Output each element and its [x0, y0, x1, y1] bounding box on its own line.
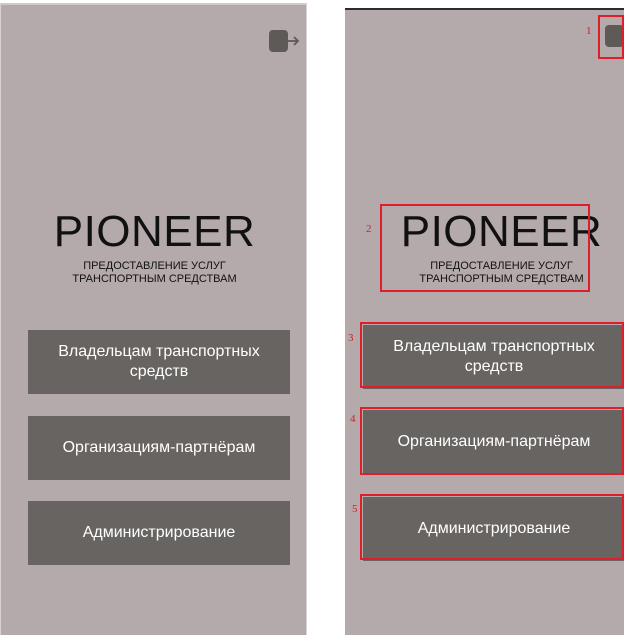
brand-subtitle: ПРЕДОСТАВЛЕНИЕ УСЛУГ ТРАНСПОРТНЫМ СРЕДСТ… — [1, 260, 306, 286]
admin-button[interactable]: Администрирование — [28, 501, 290, 565]
brand-subtitle-line2: ТРАНСПОРТНЫМ СРЕДСТВАМ — [72, 273, 237, 285]
top-divider — [345, 8, 624, 10]
brand-block: PIONEER ПРЕДОСТАВЛЕНИЕ УСЛУГ ТРАНСПОРТНЫ… — [1, 207, 306, 286]
brand-subtitle: ПРЕДОСТАВЛЕНИЕ УСЛУГ ТРАНСПОРТНЫМ СРЕДСТ… — [379, 260, 624, 286]
owners-button[interactable]: Владельцам транспортных средств — [363, 325, 624, 389]
annotation-number-5: 5 — [352, 503, 358, 515]
app-screen-annotated: PIONEER ПРЕДОСТАВЛЕНИЕ УСЛУГ ТРАНСПОРТНЫ… — [345, 8, 624, 635]
brand-title: PIONEER — [400, 207, 603, 256]
admin-button[interactable]: Администрирование — [363, 497, 624, 561]
brand-subtitle-line2: ТРАНСПОРТНЫМ СРЕДСТВАМ — [419, 273, 584, 285]
brand-title: PIONEER — [53, 207, 256, 256]
partners-button[interactable]: Организациям-партнёрам — [363, 410, 624, 474]
logout-icon[interactable] — [267, 27, 301, 55]
logout-icon[interactable] — [603, 22, 624, 50]
annotation-number-1: 1 — [586, 25, 592, 37]
annotation-number-4: 4 — [350, 413, 356, 425]
app-screen-original: PIONEER ПРЕДОСТАВЛЕНИЕ УСЛУГ ТРАНСПОРТНЫ… — [0, 3, 307, 635]
brand-subtitle-line1: ПРЕДОСТАВЛЕНИЕ УСЛУГ — [430, 260, 573, 272]
owners-button[interactable]: Владельцам транспортных средств — [28, 330, 290, 394]
top-divider — [1, 3, 306, 5]
annotation-number-2: 2 — [366, 223, 372, 235]
brand-subtitle-line1: ПРЕДОСТАВЛЕНИЕ УСЛУГ — [83, 260, 226, 272]
annotation-number-3: 3 — [348, 332, 354, 344]
brand-block: PIONEER ПРЕДОСТАВЛЕНИЕ УСЛУГ ТРАНСПОРТНЫ… — [379, 208, 624, 286]
partners-button[interactable]: Организациям-партнёрам — [28, 416, 290, 480]
comparison-stage: PIONEER ПРЕДОСТАВЛЕНИЕ УСЛУГ ТРАНСПОРТНЫ… — [0, 0, 624, 635]
